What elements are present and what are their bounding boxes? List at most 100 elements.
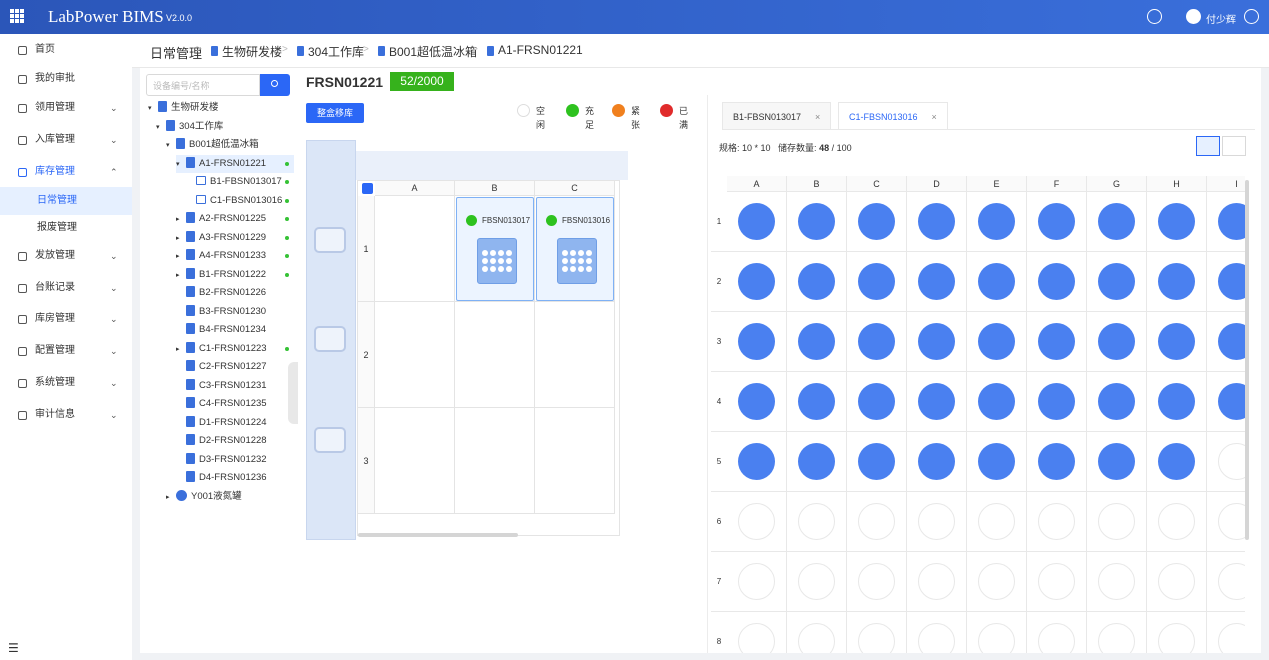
- sidebar-item-2[interactable]: 领用管理 ⌄: [0, 94, 132, 122]
- tree-node[interactable]: ▸ A2-FRSN01225: [176, 210, 266, 228]
- breadcrumb-item[interactable]: 304工作库: [308, 43, 364, 60]
- position-cell[interactable]: [787, 432, 847, 492]
- position-cell[interactable]: [1027, 432, 1087, 492]
- shelf-cell[interactable]: [375, 408, 455, 514]
- search-button[interactable]: [260, 74, 290, 96]
- breadcrumb-item[interactable]: 生物研发楼: [222, 43, 282, 60]
- position-cell[interactable]: [1147, 612, 1207, 653]
- position-cell[interactable]: [1207, 372, 1245, 432]
- position-cell[interactable]: [1207, 192, 1245, 252]
- tree-node[interactable]: D3-FRSN01232: [176, 451, 267, 469]
- position-cell[interactable]: [727, 192, 787, 252]
- position-cell[interactable]: [1087, 492, 1147, 552]
- position-cell[interactable]: [1147, 432, 1207, 492]
- position-cell[interactable]: [1207, 432, 1245, 492]
- logout-icon[interactable]: [1244, 9, 1259, 24]
- position-cell[interactable]: [1147, 492, 1207, 552]
- position-cell[interactable]: [1027, 552, 1087, 612]
- tree-node[interactable]: B2-FRSN01226: [176, 284, 266, 302]
- sidebar-item-0[interactable]: 首页: [0, 36, 132, 64]
- position-cell[interactable]: [1147, 312, 1207, 372]
- position-cell[interactable]: [847, 372, 907, 432]
- message-icon[interactable]: [1147, 9, 1162, 24]
- sidebar-item-4[interactable]: 库存管理 ⌃: [0, 158, 132, 186]
- position-cell[interactable]: [967, 192, 1027, 252]
- position-cell[interactable]: [847, 432, 907, 492]
- sidebar-item-3[interactable]: 入库管理 ⌄: [0, 126, 132, 154]
- position-cell[interactable]: [967, 432, 1027, 492]
- position-cell[interactable]: [967, 552, 1027, 612]
- tree-node[interactable]: ▾ A1-FRSN01221: [176, 154, 294, 173]
- move-box-button[interactable]: 整盒移库: [306, 103, 364, 123]
- grid-view-button[interactable]: [1196, 136, 1220, 156]
- sidebar-item-1[interactable]: 我的审批: [0, 65, 132, 93]
- tree-node[interactable]: ▸ A4-FRSN01233: [176, 247, 266, 265]
- position-cell[interactable]: [787, 552, 847, 612]
- position-cell[interactable]: [847, 192, 907, 252]
- position-cell[interactable]: [727, 372, 787, 432]
- panel-collapse-handle[interactable]: [288, 362, 298, 424]
- close-icon[interactable]: ×: [932, 112, 937, 122]
- sidebar-item-6[interactable]: 报废管理: [0, 214, 132, 242]
- position-cell[interactable]: [1207, 312, 1245, 372]
- position-cell[interactable]: [907, 612, 967, 653]
- close-icon[interactable]: ×: [815, 112, 820, 122]
- position-cell[interactable]: [907, 192, 967, 252]
- position-cell[interactable]: [847, 612, 907, 653]
- shelf-cell[interactable]: [455, 408, 535, 514]
- position-cell[interactable]: [1087, 192, 1147, 252]
- position-cell[interactable]: [1087, 252, 1147, 312]
- position-cell[interactable]: [727, 612, 787, 653]
- position-cell[interactable]: [907, 252, 967, 312]
- shelf-cell[interactable]: [375, 302, 455, 408]
- tree-node[interactable]: C3-FRSN01231: [176, 377, 267, 395]
- position-cell[interactable]: [1027, 492, 1087, 552]
- position-cell[interactable]: [787, 492, 847, 552]
- tree-node[interactable]: ▾ B001超低温冰箱: [166, 136, 259, 154]
- tree-node[interactable]: ▸ B1-FRSN01222: [176, 266, 266, 284]
- position-cell[interactable]: [907, 492, 967, 552]
- position-cell[interactable]: [727, 432, 787, 492]
- tree-node[interactable]: B3-FRSN01230: [176, 303, 266, 321]
- position-cell[interactable]: [727, 312, 787, 372]
- tree-node[interactable]: ▾ 生物研发楼: [148, 99, 219, 117]
- box-tab[interactable]: C1-FBSN013016 ×: [838, 102, 948, 130]
- position-cell[interactable]: [907, 552, 967, 612]
- tree-node[interactable]: ▾ 304工作库: [156, 118, 223, 136]
- shelf-cell[interactable]: [455, 302, 535, 408]
- position-cell[interactable]: [967, 372, 1027, 432]
- select-all-checkbox[interactable]: [362, 183, 373, 194]
- box-card[interactable]: FBSN013017: [456, 197, 534, 301]
- position-cell[interactable]: [1207, 552, 1245, 612]
- tree-node[interactable]: C1-FBSN013016: [186, 192, 282, 210]
- tree-node[interactable]: ▸ C1-FRSN01223: [176, 340, 267, 358]
- position-cell[interactable]: [847, 492, 907, 552]
- position-cell[interactable]: [1027, 612, 1087, 653]
- position-cell[interactable]: [907, 312, 967, 372]
- position-cell[interactable]: [847, 552, 907, 612]
- position-cell[interactable]: [1027, 192, 1087, 252]
- position-cell[interactable]: [907, 432, 967, 492]
- shelf-cell[interactable]: [535, 408, 615, 514]
- position-cell[interactable]: [847, 252, 907, 312]
- breadcrumb-item[interactable]: 日常管理: [150, 43, 202, 62]
- horizontal-scrollbar[interactable]: [358, 533, 518, 537]
- shelf-cell[interactable]: [535, 302, 615, 408]
- tree-node[interactable]: C4-FRSN01235: [176, 395, 267, 413]
- position-cell[interactable]: [967, 612, 1027, 653]
- collapse-sidebar-icon[interactable]: ☰: [8, 641, 19, 655]
- position-cell[interactable]: [907, 372, 967, 432]
- tree-node[interactable]: D2-FRSN01228: [176, 432, 267, 450]
- position-cell[interactable]: [1027, 252, 1087, 312]
- search-input[interactable]: 设备编号/名称: [146, 74, 260, 96]
- sidebar-item-11[interactable]: 系统管理 ⌄: [0, 369, 132, 397]
- user-name[interactable]: 付少辉: [1206, 11, 1236, 26]
- position-cell[interactable]: [1087, 552, 1147, 612]
- position-cell[interactable]: [1027, 372, 1087, 432]
- sidebar-item-12[interactable]: 审计信息 ⌄: [0, 401, 132, 429]
- user-avatar-icon[interactable]: [1186, 9, 1201, 24]
- position-cell[interactable]: [1147, 192, 1207, 252]
- position-cell[interactable]: [727, 492, 787, 552]
- tree-node[interactable]: B4-FRSN01234: [176, 321, 266, 339]
- vertical-scrollbar[interactable]: [1245, 180, 1249, 540]
